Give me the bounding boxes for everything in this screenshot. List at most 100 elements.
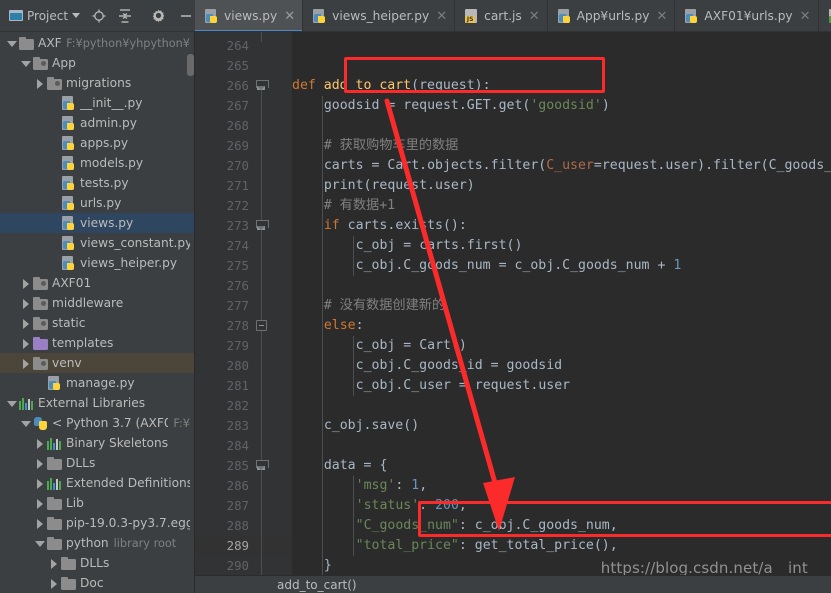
tree-item-dlls[interactable]: DLLs xyxy=(0,553,194,573)
tree-item-migrations[interactable]: migrations xyxy=(0,73,194,93)
editor-tab-label: AXF01¥urls.py xyxy=(704,9,793,23)
code-line-283[interactable]: c_obj.save() xyxy=(292,416,419,436)
tree-item-venv[interactable]: venv xyxy=(0,353,194,373)
chevron-right-icon[interactable] xyxy=(48,578,59,589)
editor-tab-cart-js[interactable]: JS cart.js ✕ xyxy=(455,0,548,31)
tree-item-tests-py[interactable]: tests.py xyxy=(0,173,194,193)
line-number: 274 xyxy=(226,238,249,253)
code-line-280[interactable]: c_obj.C_goods_id = goodsid xyxy=(292,356,563,376)
project-tree[interactable]: AXF01 F:¥python¥yhpython¥ App migrations __i… xyxy=(0,32,195,593)
code-line-267[interactable]: goodsid = request.GET.get('goodsid') xyxy=(292,96,610,116)
tree-item-views-heiper-py[interactable]: views_heiper.py xyxy=(0,253,194,273)
code-line-277[interactable]: # 没有数据创建新的 xyxy=(292,296,445,316)
close-icon[interactable]: ✕ xyxy=(284,9,295,24)
chevron-right-icon[interactable] xyxy=(20,278,31,289)
chevron-right-icon[interactable] xyxy=(34,478,45,489)
fold-toggle-icon[interactable] xyxy=(256,460,269,471)
chevron-right-icon[interactable] xyxy=(34,518,45,529)
chevron-right-icon[interactable] xyxy=(34,78,45,89)
close-icon[interactable]: ✕ xyxy=(436,9,447,24)
code-line-275[interactable]: c_obj.C_goods_num = c_obj.C_goods_num + … xyxy=(292,256,682,276)
chevron-right-icon[interactable] xyxy=(34,438,45,449)
tree-item-models-py[interactable]: models.py xyxy=(0,153,194,173)
project-view-button[interactable]: Project xyxy=(6,8,83,24)
collapse-all-icon-svg xyxy=(119,8,132,23)
code-editor[interactable]: 264 265 266 267 268 269 270 271 272 273 274 275 276 2… xyxy=(195,32,831,593)
tree-item-app[interactable]: App xyxy=(0,53,194,73)
chevron-down-icon[interactable] xyxy=(72,13,81,18)
tree-item-views-constant-py[interactable]: views_constant.py xyxy=(0,233,194,253)
tree-item-lib[interactable]: Lib xyxy=(0,493,194,513)
chevron-down-icon[interactable] xyxy=(6,398,17,409)
chevron-right-icon[interactable] xyxy=(34,498,45,509)
collapse-all-icon[interactable] xyxy=(117,8,133,24)
tree-item-views-py[interactable]: views.py xyxy=(0,213,194,233)
chevron-down-icon[interactable] xyxy=(6,38,17,49)
minimize-icon[interactable] xyxy=(178,8,194,24)
tree-item-middleware[interactable]: middleware xyxy=(0,293,194,313)
tree-item-templates[interactable]: templates xyxy=(0,333,194,353)
code-line-270[interactable]: carts = Cart.objects.filter(C_user=reque… xyxy=(292,156,831,176)
code-line-281[interactable]: c_obj.C_user = request.user xyxy=(292,376,570,396)
close-icon[interactable]: ✕ xyxy=(656,9,667,24)
code-line-272[interactable]: # 有数据+1 xyxy=(292,196,395,216)
code-line-271[interactable]: print(request.user) xyxy=(292,176,475,196)
close-icon[interactable]: ✕ xyxy=(800,9,811,24)
code-line-274[interactable]: c_obj = carts.first() xyxy=(292,236,523,256)
chevron-right-icon[interactable] xyxy=(34,458,45,469)
fold-toggle-icon[interactable] xyxy=(256,320,267,331)
project-label: Project xyxy=(27,8,69,23)
tree-item-pip-19-0-3-py3-7-egg[interactable]: pip-19.0.3-py3.7.egg xyxy=(0,513,194,533)
tree-item-apps-py[interactable]: apps.py xyxy=(0,133,194,153)
tree-item-admin-py[interactable]: admin.py xyxy=(0,113,194,133)
close-icon[interactable]: ✕ xyxy=(529,9,540,24)
editor-tab-bar[interactable]: views.py ✕ views_heiper.py ✕ JS cart.js ✕ App¥u… xyxy=(195,0,831,32)
editor-tab-views-py[interactable]: views.py ✕ xyxy=(195,0,304,31)
indent-guide xyxy=(353,476,355,556)
locate-icon[interactable] xyxy=(91,8,107,24)
chevron-down-icon[interactable] xyxy=(34,538,45,549)
breadcrumb[interactable]: add_to_cart() xyxy=(195,575,831,593)
tree-item-axf01[interactable]: AXF01 xyxy=(0,273,194,293)
code-line-269[interactable]: # 获取购物车里的数据 xyxy=(292,136,459,156)
code-line-278[interactable]: else: xyxy=(292,316,364,336)
code-content[interactable]: def add_to_cart(request): goodsid = requ… xyxy=(292,32,831,593)
tree-item-static[interactable]: static xyxy=(0,313,194,333)
editor-tab-app-urls-py[interactable]: App¥urls.py ✕ xyxy=(547,0,676,31)
code-line-287[interactable]: 'status': 200, xyxy=(292,496,467,516)
tree-item-axf01[interactable]: AXF01 F:¥python¥yhpython¥ xyxy=(0,33,194,53)
chevron-right-icon[interactable] xyxy=(20,318,31,329)
tree-item-extended-definitions[interactable]: Extended Definitions xyxy=(0,473,194,493)
code-line-286[interactable]: 'msg': 1, xyxy=(292,476,428,496)
code-line-288[interactable]: "C_goods_num": c_obj.C_goods_num, xyxy=(292,516,618,536)
tree-item-doc[interactable]: Doc xyxy=(0,573,194,593)
fold-toggle-icon[interactable] xyxy=(256,80,269,91)
code-line-285[interactable]: data = { xyxy=(292,456,388,476)
chevron-right-icon[interactable] xyxy=(48,558,59,569)
chevron-right-icon[interactable] xyxy=(20,358,31,369)
tree-item-urls-py[interactable]: urls.py xyxy=(0,193,194,213)
fold-toggle-icon[interactable] xyxy=(256,220,269,231)
editor-tab-axf01-urls-py[interactable]: AXF01¥urls.py ✕ xyxy=(675,0,819,31)
tree-item--python-3-7-axf01-[interactable]: < Python 3.7 (AXF01) > F:¥ xyxy=(0,413,194,433)
code-line-289[interactable]: "total_price": get_total_price(), xyxy=(292,536,618,556)
tree-item-manage-py[interactable]: manage.py xyxy=(0,373,194,393)
tree-item-external-libraries[interactable]: External Libraries xyxy=(0,393,194,413)
editor-tab-views-heiper-py[interactable]: views_heiper.py ✕ xyxy=(303,0,456,31)
chevron-right-icon[interactable] xyxy=(20,298,31,309)
code-line-266[interactable]: def add_to_cart(request): xyxy=(292,76,491,96)
gear-icon[interactable] xyxy=(151,8,166,23)
code-line-279[interactable]: c_obj = Cart() xyxy=(292,336,467,356)
editor-tab-cart-html[interactable]: Hcart.html✕ xyxy=(818,0,831,31)
tree-scrollbar[interactable] xyxy=(187,54,194,76)
editor-gutter[interactable]: 264 265 266 267 268 269 270 271 272 273 274 275 276 2… xyxy=(195,32,292,593)
tree-item-python[interactable]: python library root xyxy=(0,533,194,553)
tree-item-dlls[interactable]: DLLs xyxy=(0,453,194,473)
code-line-273[interactable]: if carts.exists(): xyxy=(292,216,467,236)
code-line-290[interactable]: } xyxy=(292,556,332,576)
chevron-right-icon[interactable] xyxy=(20,338,31,349)
tree-item--init-py[interactable]: __init__.py xyxy=(0,93,194,113)
tree-item-binary-skeletons[interactable]: Binary Skeletons xyxy=(0,433,194,453)
chevron-down-icon[interactable] xyxy=(20,58,31,69)
chevron-down-icon[interactable] xyxy=(20,418,31,429)
